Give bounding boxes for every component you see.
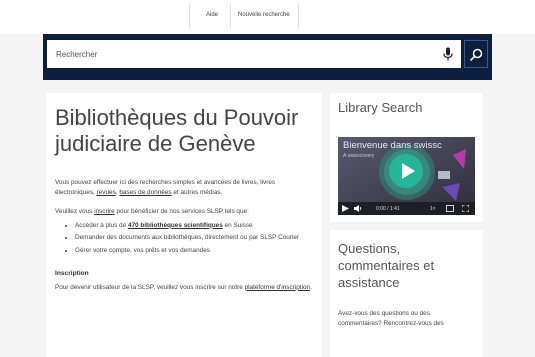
microphone-icon[interactable] [443, 47, 453, 61]
questions-card: Questions, commentaires et assistance Av… [330, 230, 483, 357]
main-content-card: Bibliothèques du Pouvoir judiciaire de G… [46, 93, 322, 357]
bases-de-donnees-link[interactable]: bases de données [119, 189, 171, 196]
nav-divider [189, 3, 190, 29]
play-icon[interactable] [342, 205, 349, 212]
top-navigation: Aide Nouvelle recherche [0, 0, 535, 34]
plateforme-inscription-link[interactable]: plateforme d'inscription [245, 284, 311, 291]
video-time: 0:00 / 1:41 [376, 206, 400, 212]
nav-link-aide[interactable]: Aide [206, 12, 218, 18]
list-item: Gérer votre compte, vos prêts et vos dem… [75, 246, 313, 256]
video-subtitle: Α swisscovery [343, 153, 375, 159]
library-search-title: Library Search [338, 100, 423, 115]
volume-icon[interactable] [354, 205, 362, 212]
video-controls: 0:00 / 1:41 1× [338, 202, 475, 215]
signup-text-end: pour bénéficier de nos services SLSP tel… [114, 208, 249, 216]
bullet-text-end: en Suisse [222, 221, 253, 229]
intro-text-end: et autres médias. [171, 188, 223, 196]
list-item: Accéder à plus de 470 bibliothèques scie… [75, 221, 313, 231]
video-speed[interactable]: 1× [430, 206, 436, 212]
services-list: Accéder à plus de 470 bibliothèques scie… [55, 221, 313, 256]
revues-link[interactable]: revues [97, 189, 116, 196]
search-bar [43, 34, 492, 80]
settings-icon[interactable] [446, 205, 454, 212]
fullscreen-icon[interactable] [462, 205, 469, 212]
bullet-text: Accéder à plus de [75, 221, 128, 229]
signup-text: Veuillez vous [55, 208, 95, 216]
inscrire-link[interactable]: inscrire [94, 208, 115, 215]
signup-paragraph: Veuillez vous inscrire pour bénéficier d… [55, 207, 313, 217]
search-input[interactable] [47, 40, 437, 68]
inscription-paragraph: Pour devenir utilisateur de la SLSP, veu… [55, 283, 313, 293]
nav-divider [230, 3, 231, 29]
search-button[interactable] [464, 40, 488, 68]
questions-title: Questions, commentaires et assistance [338, 241, 435, 290]
video-player[interactable]: Bienvenue dans swissc Α swisscovery 0:00… [338, 137, 475, 215]
bibliotheques-link[interactable]: 470 bibliothèques scientifiques [128, 222, 223, 229]
inscription-heading: Inscription [55, 269, 89, 277]
nav-divider [298, 3, 299, 29]
inscription-text-end: . [310, 283, 312, 291]
page-title: Bibliothèques du Pouvoir judiciaire de G… [55, 105, 299, 156]
nav-link-nouvelle-recherche[interactable]: Nouvelle recherche [238, 12, 290, 18]
library-search-card: Library Search Bienvenue dans swissc Α s… [330, 93, 483, 222]
video-title: Bienvenue dans swissc [343, 140, 442, 151]
search-box [47, 40, 461, 68]
intro-paragraph: Vous pouvez effectuer ici des recherches… [55, 178, 313, 197]
questions-text: Avez-vous des questions ou des commentai… [338, 310, 444, 327]
search-icon [469, 48, 482, 61]
list-item: Demander des documents aux bibliothèques… [75, 233, 313, 243]
play-button-icon[interactable] [388, 153, 424, 189]
inscription-text: Pour devenir utilisateur de la SLSP, veu… [55, 283, 245, 291]
